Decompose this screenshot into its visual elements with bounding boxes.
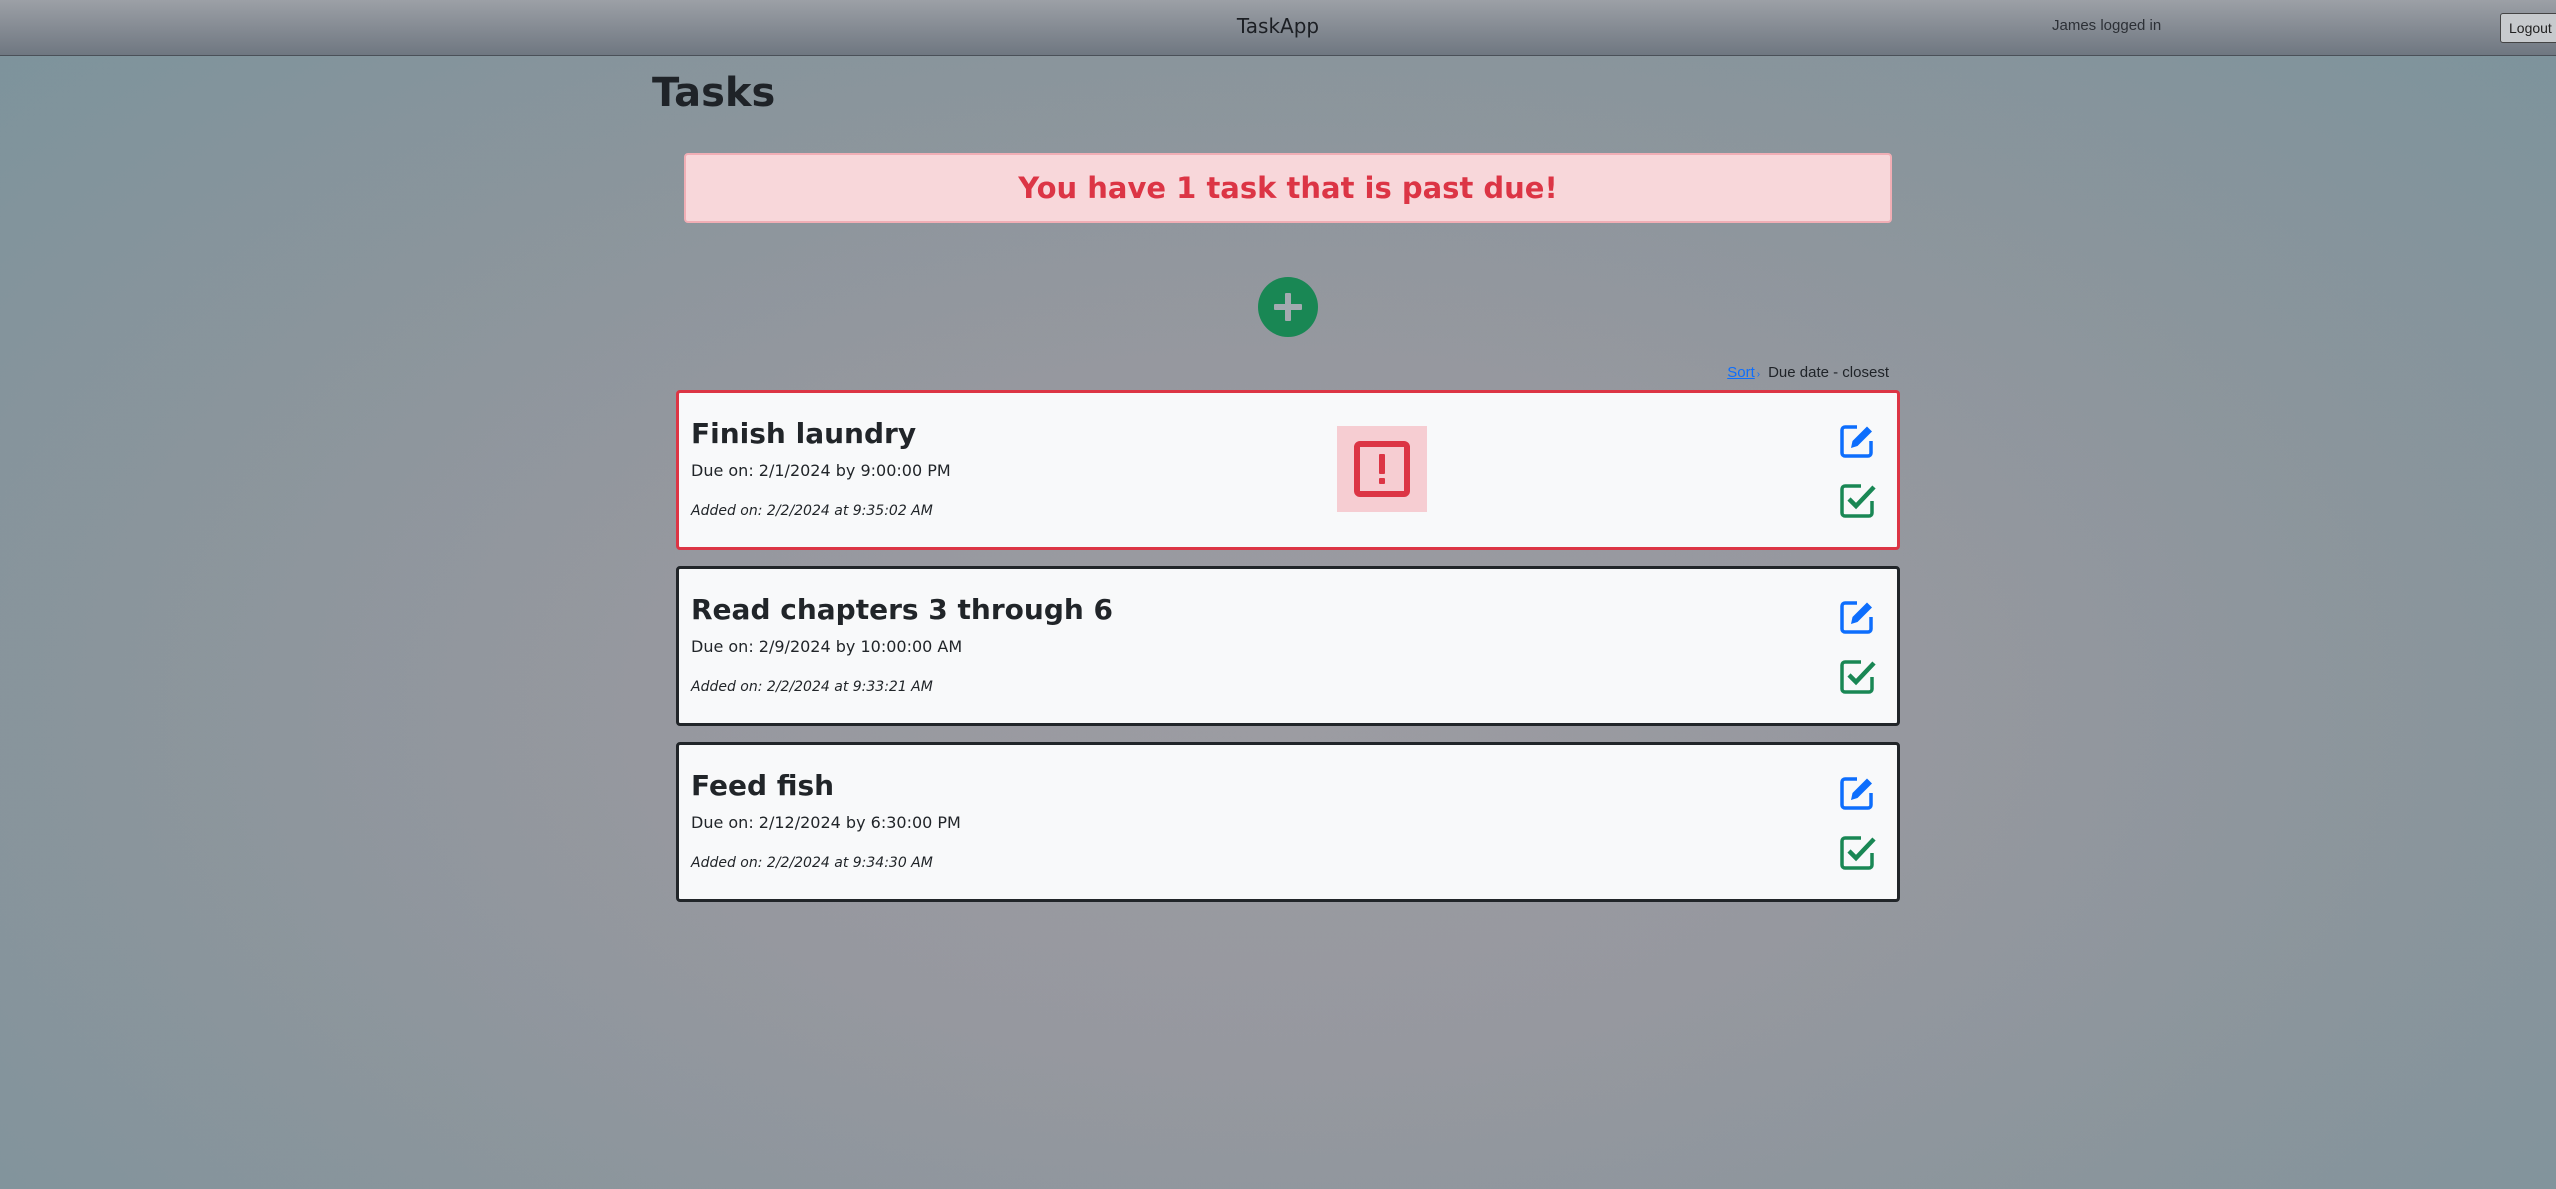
edit-icon[interactable] <box>1837 773 1877 813</box>
task-card: Feed fish Due on: 2/12/2024 by 6:30:00 P… <box>676 742 1900 902</box>
alert-message: You have 1 task that is past due! <box>1018 171 1558 205</box>
past-due-warning-icon <box>1337 426 1427 512</box>
past-due-alert: You have 1 task that is past due! <box>684 153 1892 223</box>
task-due-date: Due on: 2/9/2024 by 10:00:00 AM <box>691 637 963 656</box>
add-task-button[interactable] <box>1258 277 1318 337</box>
edit-icon[interactable] <box>1837 421 1877 461</box>
sort-control: Sort › Due date - closest <box>1727 364 1889 381</box>
complete-check-icon[interactable] <box>1837 657 1877 697</box>
top-navbar: TaskApp James logged in Logout <box>0 0 2556 56</box>
task-added-date: Added on: 2/2/2024 at 9:33:21 AM <box>691 679 933 695</box>
sort-current: Due date - closest <box>1768 364 1889 381</box>
sort-link[interactable]: Sort <box>1727 364 1755 381</box>
sort-caret-icon: › <box>1756 369 1761 380</box>
user-status: James logged in <box>2052 17 2162 34</box>
task-due-date: Due on: 2/1/2024 by 9:00:00 PM <box>691 461 951 480</box>
logout-button[interactable]: Logout <box>2500 13 2556 43</box>
task-card: Finish laundry Due on: 2/1/2024 by 9:00:… <box>676 390 1900 550</box>
complete-check-icon[interactable] <box>1837 481 1877 521</box>
app-title: TaskApp <box>1236 14 1320 38</box>
task-added-date: Added on: 2/2/2024 at 9:34:30 AM <box>691 855 933 871</box>
task-title: Finish laundry <box>691 417 917 450</box>
edit-icon[interactable] <box>1837 597 1877 637</box>
task-title: Read chapters 3 through 6 <box>691 593 1114 626</box>
task-title: Feed fish <box>691 769 835 802</box>
complete-check-icon[interactable] <box>1837 833 1877 873</box>
page-title: Tasks <box>652 70 776 116</box>
task-added-date: Added on: 2/2/2024 at 9:35:02 AM <box>691 503 933 519</box>
task-due-date: Due on: 2/12/2024 by 6:30:00 PM <box>691 813 961 832</box>
task-card: Read chapters 3 through 6 Due on: 2/9/20… <box>676 566 1900 726</box>
